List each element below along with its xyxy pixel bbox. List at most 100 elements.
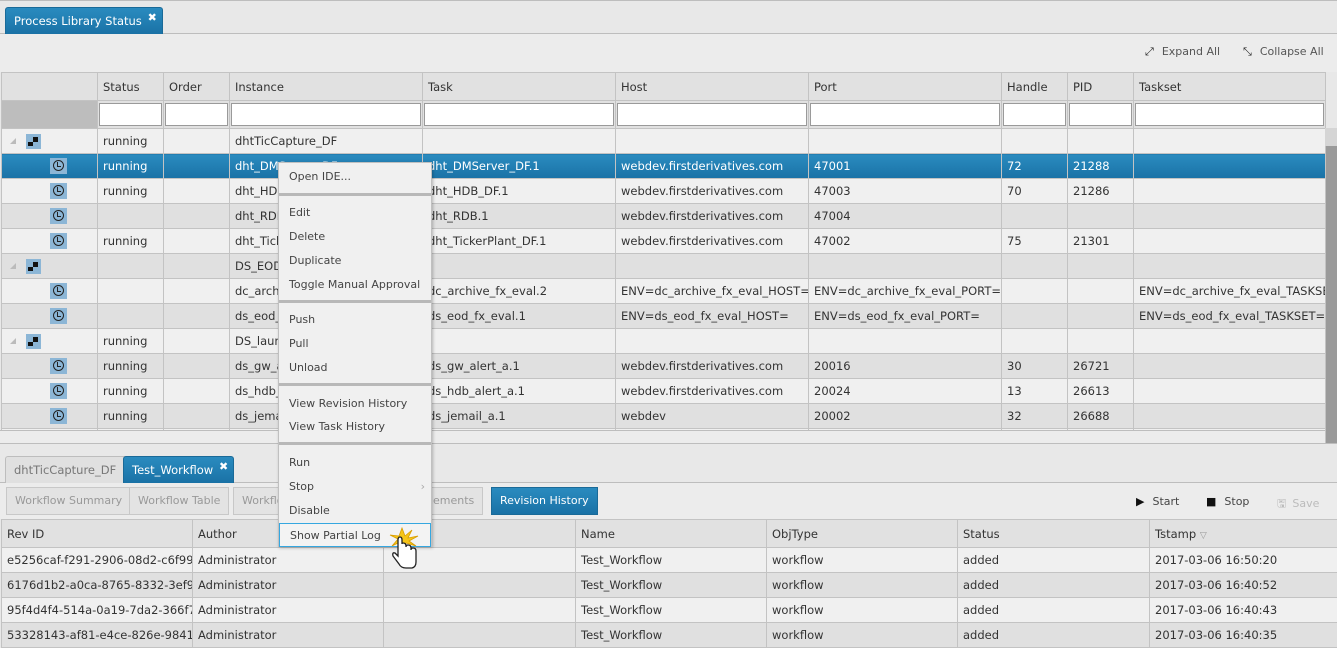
cell-author: Administrator xyxy=(193,623,384,648)
close-icon[interactable]: ✖ xyxy=(219,453,228,480)
filter-task-input[interactable] xyxy=(424,103,614,126)
row-icon-cell[interactable] xyxy=(2,154,98,179)
col-header-port[interactable]: Port xyxy=(809,73,1002,101)
workflow-table-button[interactable]: Workflow Table xyxy=(129,487,229,515)
row-icon-cell[interactable] xyxy=(2,404,98,429)
workflow-summary-button[interactable]: Workflow Summary xyxy=(6,487,131,515)
row-icon-cell[interactable] xyxy=(2,254,98,279)
task-row[interactable]: runningdht_HDB_DFdht_HDB_DF.1webdev.firs… xyxy=(2,179,1326,204)
collapse-triangle-icon[interactable] xyxy=(10,263,16,269)
vertical-scrollbar[interactable] xyxy=(1325,128,1337,443)
revision-row[interactable]: 53328143-af81-e4ce-826e-98413e3Administr… xyxy=(2,623,1337,648)
task-row[interactable]: ds_eod_fx_evalds_eod_fx_eval.1ENV=ds_eod… xyxy=(2,304,1326,329)
task-row[interactable]: dht_RDBdht_RDB.1webdev.firstderivatives.… xyxy=(2,204,1326,229)
cell-taskset xyxy=(1134,354,1326,379)
filter-port-input[interactable] xyxy=(810,103,1000,126)
col-header-handle[interactable]: Handle xyxy=(1002,73,1068,101)
menu-item-toggle-manual-approval[interactable]: Toggle Manual Approval xyxy=(279,273,431,297)
row-icon-cell[interactable] xyxy=(2,204,98,229)
revision-row[interactable]: e5256caf-f291-2906-08d2-c6f995faAdminist… xyxy=(2,548,1337,573)
cell-order xyxy=(164,404,230,429)
collapse-all-button[interactable]: ⤡Collapse All xyxy=(1243,45,1324,59)
task-row[interactable]: dc_archive_fx_evaldc_archive_fx_eval.2EN… xyxy=(2,279,1326,304)
cell-pid xyxy=(1068,129,1134,154)
col-header-order[interactable]: Order xyxy=(164,73,230,101)
filter-pid-input[interactable] xyxy=(1069,103,1132,126)
col-header-taskset[interactable]: Taskset xyxy=(1134,73,1326,101)
filter-handle-input[interactable] xyxy=(1003,103,1066,126)
task-row[interactable]: runningds_jemail_ads_jemail_a.1webdev200… xyxy=(2,404,1326,429)
task-row[interactable]: runningds_hdb_alert_ads_hdb_alert_a.1web… xyxy=(2,379,1326,404)
horizontal-scrollbar[interactable] xyxy=(0,430,1325,443)
menu-item-view-task-history[interactable]: View Task History xyxy=(279,415,431,439)
col-header-task[interactable]: Task xyxy=(423,73,616,101)
row-icon-cell[interactable] xyxy=(2,354,98,379)
row-icon-cell[interactable] xyxy=(2,179,98,204)
cell-taskset xyxy=(1134,254,1326,279)
cell-task: ds_eod_fx_eval.1 xyxy=(423,304,616,329)
cell-port xyxy=(809,329,1002,354)
cell-obj-id xyxy=(384,573,576,598)
menu-item-stop[interactable]: Stop› xyxy=(279,475,431,499)
menu-item-unload[interactable]: Unload xyxy=(279,356,431,380)
revision-row[interactable]: 95f4d4f4-514a-0a19-7da2-366f790Administr… xyxy=(2,598,1337,623)
col-header-pid[interactable]: PID xyxy=(1068,73,1134,101)
collapse-triangle-icon[interactable] xyxy=(10,138,16,144)
col-header-status[interactable]: Status xyxy=(98,73,164,101)
row-icon-cell[interactable] xyxy=(2,329,98,354)
save-button[interactable]: 🖫Save xyxy=(1277,495,1319,514)
tab-dhtticcapture-df[interactable]: dhtTicCapture_DF ✖ xyxy=(5,456,137,483)
col-header-objtype[interactable]: ObjType xyxy=(767,520,958,548)
scrollbar-thumb[interactable] xyxy=(1325,128,1337,146)
menu-item-disable[interactable]: Disable xyxy=(279,499,431,523)
filter-host-input[interactable] xyxy=(617,103,807,126)
collapse-triangle-icon[interactable] xyxy=(10,338,16,344)
revision-row[interactable]: 6176d1b2-a0ca-8765-8332-3ef997aAdministr… xyxy=(2,573,1337,598)
task-row[interactable]: runningdht_DMServer_DFdht_DMServer_DF.1w… xyxy=(2,154,1326,179)
expand-all-button[interactable]: ⤢Expand All xyxy=(1145,45,1220,59)
tab-process-library-status[interactable]: Process Library Status ✖ xyxy=(5,7,163,34)
cell-pid: 21286 xyxy=(1068,179,1134,204)
menu-item-delete[interactable]: Delete xyxy=(279,225,431,249)
menu-item-push[interactable]: Push xyxy=(279,308,431,332)
row-icon-cell[interactable] xyxy=(2,279,98,304)
menu-item-edit[interactable]: Edit xyxy=(279,201,431,225)
col-header-host[interactable]: Host xyxy=(616,73,809,101)
row-icon-cell[interactable] xyxy=(2,379,98,404)
filter-taskset-input[interactable] xyxy=(1135,103,1324,126)
filter-status-input[interactable] xyxy=(99,103,162,126)
revision-history-button[interactable]: Revision History xyxy=(491,487,598,515)
col-header-tstamp[interactable]: Tstamp ▽ xyxy=(1150,520,1337,548)
cell-status xyxy=(98,279,164,304)
cell-status xyxy=(98,304,164,329)
cell-task xyxy=(423,254,616,279)
col-header-rev-id[interactable]: Rev ID xyxy=(2,520,193,548)
row-icon-cell[interactable] xyxy=(2,129,98,154)
row-icon-cell[interactable] xyxy=(2,229,98,254)
group-row[interactable]: runningdhtTicCapture_DF xyxy=(2,129,1326,154)
start-button[interactable]: ▶Start xyxy=(1136,495,1179,508)
filter-instance-input[interactable] xyxy=(231,103,421,126)
task-row[interactable]: runningdht_TickerPlant_DFdht_TickerPlant… xyxy=(2,229,1326,254)
menu-item-open-ide[interactable]: Open IDE... xyxy=(279,165,431,189)
cell-order xyxy=(164,304,230,329)
cell-order xyxy=(164,204,230,229)
menu-item-run[interactable]: Run xyxy=(279,451,431,475)
group-row[interactable]: runningDS_launch xyxy=(2,329,1326,354)
task-row[interactable]: runningds_gw_alert_ads_gw_alert_a.1webde… xyxy=(2,354,1326,379)
col-header-name[interactable]: Name xyxy=(576,520,767,548)
row-icon-cell[interactable] xyxy=(2,304,98,329)
close-icon[interactable]: ✖ xyxy=(148,4,157,31)
menu-item-view-revision-history[interactable]: View Revision History xyxy=(279,392,431,416)
cell-name: Test_Workflow xyxy=(576,573,767,598)
col-header-status[interactable]: Status xyxy=(958,520,1150,548)
filter-order-input[interactable] xyxy=(165,103,228,126)
context-menu: Open IDE... EditDeleteDuplicateToggle Man… xyxy=(278,162,432,547)
stop-button[interactable]: ■Stop xyxy=(1206,495,1249,508)
menu-item-duplicate[interactable]: Duplicate xyxy=(279,249,431,273)
menu-item-pull[interactable]: Pull xyxy=(279,332,431,356)
col-header-instance[interactable]: Instance xyxy=(230,73,423,101)
cell-handle xyxy=(1002,254,1068,279)
group-row[interactable]: DS_EOD_ xyxy=(2,254,1326,279)
tab-test-workflow[interactable]: Test_Workflow ✖ xyxy=(123,456,234,483)
